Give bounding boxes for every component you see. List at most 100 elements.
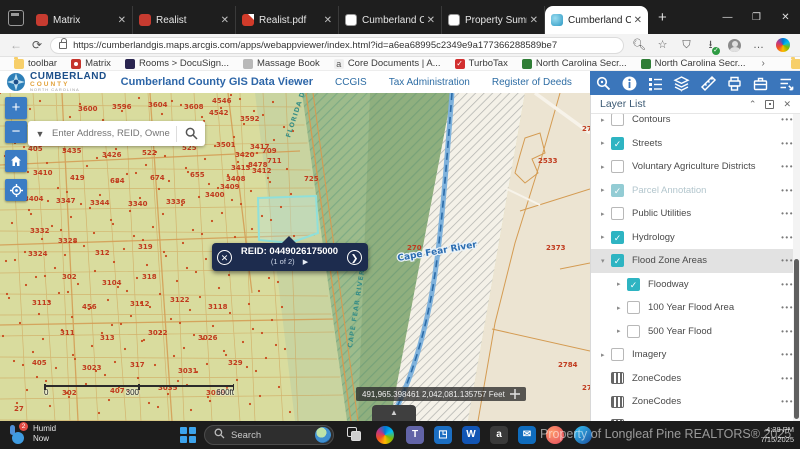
layer-row[interactable]: ▸✓Hydrology••• — [591, 226, 800, 250]
query-icon[interactable] — [595, 75, 612, 92]
taskbar-clock[interactable]: 4:28 PM 7/15/2025 — [761, 425, 794, 445]
refresh-icon[interactable]: ⟳ — [32, 38, 42, 52]
tab-close-icon[interactable]: ✕ — [427, 15, 435, 26]
layer-checkbox[interactable]: ✓ — [611, 137, 624, 150]
back-icon[interactable]: ← — [10, 38, 22, 52]
zoom-out-button[interactable]: − — [5, 121, 27, 143]
tab-realist[interactable]: Realist✕ — [133, 6, 236, 34]
url-field[interactable]: https://cumberlandgis.maps.arcgis.com/ap… — [50, 37, 624, 54]
tab-close-icon[interactable]: ✕ — [530, 15, 538, 26]
search-source-dropdown-icon[interactable]: ▼ — [28, 129, 52, 139]
layer-row[interactable]: ZoneCodes••• — [591, 390, 800, 414]
bookmarks-overflow-icon[interactable]: › — [761, 58, 764, 69]
measurement-icon[interactable] — [700, 75, 717, 92]
layer-checkbox[interactable]: ✓ — [627, 278, 640, 291]
bookmark-nc-secretary-1[interactable]: North Carolina Secr... — [522, 58, 627, 69]
crosshair-icon[interactable] — [510, 389, 520, 399]
layer-checkbox[interactable] — [627, 301, 640, 314]
photos-icon[interactable] — [546, 426, 564, 444]
more-menu-icon[interactable]: … — [752, 39, 765, 52]
layer-expand-icon[interactable]: ▸ — [617, 280, 627, 288]
layer-expand-icon[interactable]: ▸ — [617, 327, 627, 335]
word-icon[interactable]: W — [462, 426, 480, 444]
link-tax-administration[interactable]: Tax Administration — [389, 77, 470, 88]
layer-expand-icon[interactable]: ▸ — [601, 116, 611, 124]
layer-checkbox[interactable] — [611, 113, 624, 126]
copilot-taskbar-icon[interactable] — [376, 426, 394, 444]
layer-row[interactable]: ▸Voluntary Agriculture Districts••• — [591, 155, 800, 179]
restore-button[interactable]: ❐ — [742, 12, 771, 23]
tab-property-summary[interactable]: Property Summar✕ — [442, 6, 545, 34]
bookmark-matrix[interactable]: Matrix — [71, 58, 111, 69]
layer-row[interactable]: ZoneCodes••• — [591, 367, 800, 391]
start-button[interactable] — [180, 427, 196, 443]
attribute-table-toggle[interactable]: ▲ — [372, 405, 416, 421]
map-canvas[interactable]: 3600359636043608454645423592475613455405… — [0, 93, 590, 421]
layer-expand-icon[interactable]: ▸ — [601, 210, 611, 218]
profile-avatar[interactable] — [728, 39, 741, 52]
layer-checkbox[interactable] — [627, 325, 640, 338]
panel-scrollbar[interactable] — [793, 114, 800, 421]
bookmark-other-favorites[interactable]: Other favorites — [791, 58, 800, 69]
map-search-input[interactable] — [52, 128, 176, 139]
favorite-star-icon[interactable]: ☆ — [656, 39, 669, 52]
tab-matrix[interactable]: Matrix✕ — [30, 6, 133, 34]
print-icon[interactable] — [726, 75, 743, 92]
tab-close-icon[interactable]: ✕ — [221, 15, 229, 26]
bookmark-toolbar[interactable]: toolbar — [14, 58, 57, 69]
minimize-button[interactable]: — — [713, 12, 742, 23]
tab-close-icon[interactable]: ✕ — [324, 15, 332, 26]
layer-expand-icon[interactable]: ▾ — [601, 257, 611, 265]
basemap-gallery-icon[interactable] — [752, 75, 769, 92]
new-tab-button[interactable]: + — [658, 9, 667, 26]
layer-checkbox[interactable] — [611, 348, 624, 361]
layer-row[interactable]: ▸Public Utilities••• — [591, 202, 800, 226]
layer-expand-icon[interactable]: ▸ — [601, 163, 611, 171]
home-button[interactable] — [5, 150, 27, 172]
layer-expand-icon[interactable]: ▸ — [601, 186, 611, 194]
next-feature-icon[interactable]: ▶ — [303, 259, 308, 266]
layer-expand-icon[interactable]: ▸ — [617, 304, 627, 312]
legend-icon[interactable] — [647, 75, 664, 92]
tab-actions-icon[interactable] — [8, 10, 24, 26]
layer-expand-icon[interactable]: ▸ — [601, 351, 611, 359]
copilot-icon[interactable] — [776, 38, 790, 52]
layer-expand-icon[interactable]: ▸ — [601, 139, 611, 147]
layers-icon[interactable] — [673, 75, 690, 92]
scrollbar-thumb[interactable] — [794, 259, 799, 419]
outlook-icon[interactable]: ✉ — [518, 426, 536, 444]
remote-app-icon[interactable]: ◳ — [434, 426, 452, 444]
bookmark-massage-book[interactable]: Massage Book — [243, 58, 320, 69]
layer-checkbox[interactable]: ✓ — [611, 254, 624, 267]
collections-icon[interactable]: ⛉ — [680, 39, 693, 52]
tab-close-icon[interactable]: ✕ — [118, 15, 126, 26]
tab-realist-pdf[interactable]: Realist.pdf✕ — [236, 6, 339, 34]
tab-cumberland-1[interactable]: Cumberland Coun✕ — [339, 6, 442, 34]
layer-row[interactable]: ▸100 Year Flood Area••• — [591, 296, 800, 320]
search-magnifier-icon[interactable] — [177, 127, 205, 140]
bookmark-nc-secretary-2[interactable]: North Carolina Secr... — [641, 58, 746, 69]
layer-checkbox[interactable]: ✓ — [611, 231, 624, 244]
layer-checkbox[interactable] — [611, 207, 624, 220]
layer-row[interactable]: ▸✓Streets••• — [591, 132, 800, 156]
popup-next-icon[interactable]: ❯ — [347, 250, 362, 265]
layer-expand-icon[interactable]: ▸ — [601, 233, 611, 241]
layer-row[interactable]: ••• — [591, 414, 800, 422]
bookmark-core-documents[interactable]: aCore Documents | A... — [334, 58, 441, 69]
my-location-button[interactable] — [5, 179, 27, 201]
popup-close-icon[interactable]: ✕ — [217, 250, 232, 265]
tab-cumberland-gis-active[interactable]: Cumberland Coun✕ — [545, 6, 648, 34]
close-panel-icon[interactable]: ✕ — [783, 99, 791, 110]
taskbar-search[interactable]: Search — [204, 425, 334, 445]
edge-icon[interactable] — [574, 426, 592, 444]
layer-checkbox[interactable] — [611, 160, 624, 173]
layer-row[interactable]: ▸500 Year Flood••• — [591, 320, 800, 344]
downloads-icon[interactable]: ⭳ — [704, 39, 717, 52]
zoom-in-button[interactable]: + — [5, 97, 27, 119]
collapse-all-icon[interactable]: ⌃ — [749, 99, 757, 110]
layer-checkbox[interactable]: ✓ — [611, 184, 624, 197]
dock-panel-icon[interactable] — [765, 100, 774, 109]
layer-row[interactable]: ▾✓Flood Zone Areas••• — [591, 249, 800, 273]
bookmark-rooms[interactable]: Rooms > DocuSign... — [125, 58, 229, 69]
close-button[interactable]: ✕ — [771, 12, 800, 23]
